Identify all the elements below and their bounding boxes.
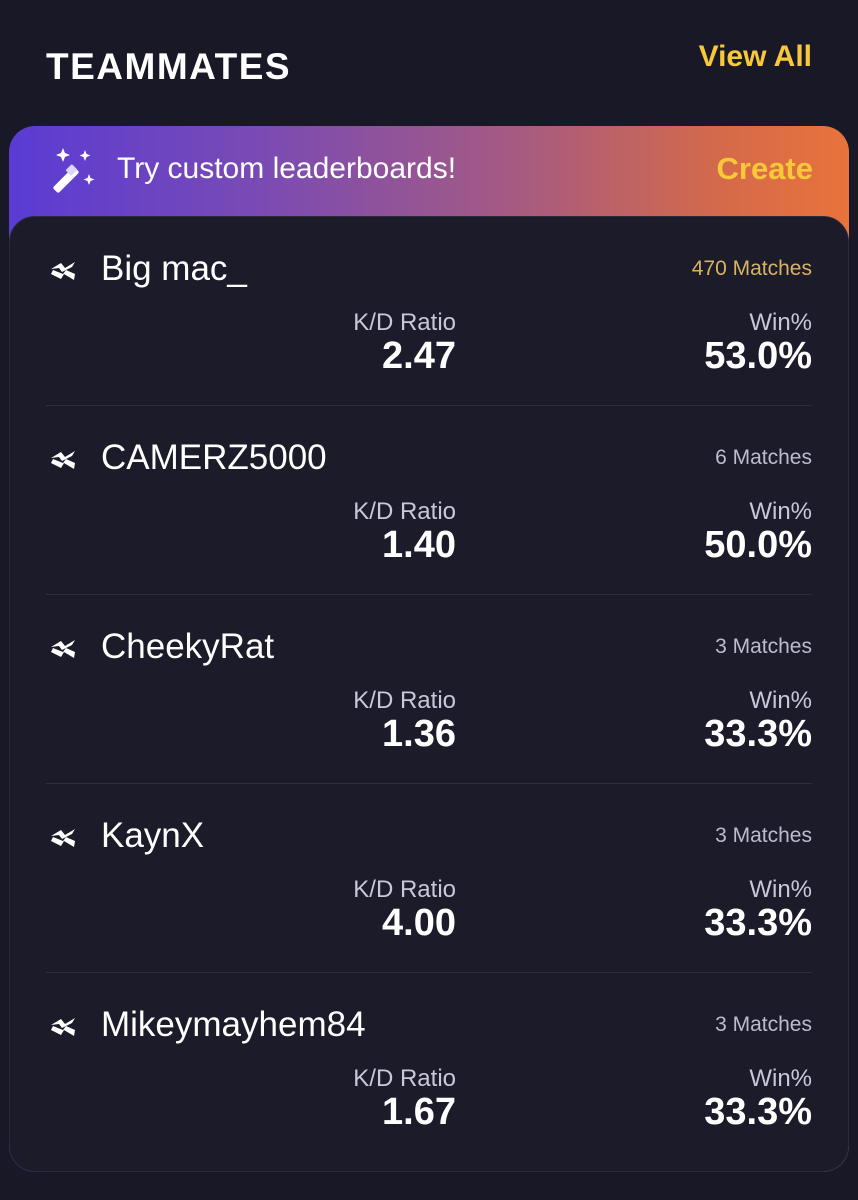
xbox-logo-icon	[51, 1018, 75, 1036]
teammates-card: Try custom leaderboards! Create Big mac_…	[9, 126, 849, 1172]
win-label: Win%	[749, 687, 812, 714]
kd-value: 1.40	[382, 524, 456, 566]
win-value: 53.0%	[704, 335, 812, 377]
create-button[interactable]: Create	[717, 151, 814, 187]
match-count: 3 Matches	[715, 1013, 812, 1036]
match-count: 6 Matches	[715, 446, 812, 469]
kd-label: K/D Ratio	[353, 876, 456, 903]
custom-leaderboards-banner[interactable]: Try custom leaderboards! Create	[9, 126, 849, 218]
kd-value: 2.47	[382, 335, 456, 377]
xbox-logo-icon	[51, 829, 75, 847]
match-count: 470 Matches	[691, 257, 812, 280]
section-title: TEAMMATES	[46, 46, 292, 87]
player-name: KaynX	[101, 816, 205, 855]
kd-label: K/D Ratio	[353, 309, 456, 336]
teammate-row[interactable]: CAMERZ5000 6 Matches K/D Ratio 1.40 Win%…	[46, 406, 812, 595]
teammate-row[interactable]: KaynX 3 Matches K/D Ratio 4.00 Win% 33.3…	[46, 784, 812, 973]
win-value: 33.3%	[704, 713, 812, 755]
kd-label: K/D Ratio	[353, 498, 456, 525]
teammate-row[interactable]: Mikeymayhem84 3 Matches K/D Ratio 1.67 W…	[46, 973, 812, 1162]
player-name: CheekyRat	[101, 627, 275, 666]
win-label: Win%	[749, 498, 812, 525]
player-name: CAMERZ5000	[101, 438, 327, 477]
player-name: Mikeymayhem84	[101, 1005, 366, 1044]
kd-value: 1.67	[382, 1091, 456, 1133]
kd-value: 4.00	[382, 902, 456, 944]
win-label: Win%	[749, 876, 812, 903]
teammates-list: Big mac_ 470 Matches K/D Ratio 2.47 Win%…	[9, 216, 849, 1172]
promo-text: Try custom leaderboards!	[117, 152, 457, 185]
win-label: Win%	[749, 309, 812, 336]
match-count: 3 Matches	[715, 824, 812, 847]
win-value: 50.0%	[704, 524, 812, 566]
magic-wand-icon	[53, 148, 95, 193]
match-count: 3 Matches	[715, 635, 812, 658]
kd-value: 1.36	[382, 713, 456, 755]
xbox-logo-icon	[51, 262, 75, 280]
kd-label: K/D Ratio	[353, 1065, 456, 1092]
kd-label: K/D Ratio	[353, 687, 456, 714]
view-all-link[interactable]: View All	[699, 40, 812, 74]
xbox-logo-icon	[51, 640, 75, 658]
win-label: Win%	[749, 1065, 812, 1092]
teammates-header: TEAMMATES View All	[46, 40, 812, 92]
win-value: 33.3%	[704, 1091, 812, 1133]
player-name: Big mac_	[101, 249, 247, 288]
teammate-row[interactable]: CheekyRat 3 Matches K/D Ratio 1.36 Win% …	[46, 595, 812, 784]
teammate-row[interactable]: Big mac_ 470 Matches K/D Ratio 2.47 Win%…	[46, 217, 812, 406]
xbox-logo-icon	[51, 451, 75, 469]
win-value: 33.3%	[704, 902, 812, 944]
